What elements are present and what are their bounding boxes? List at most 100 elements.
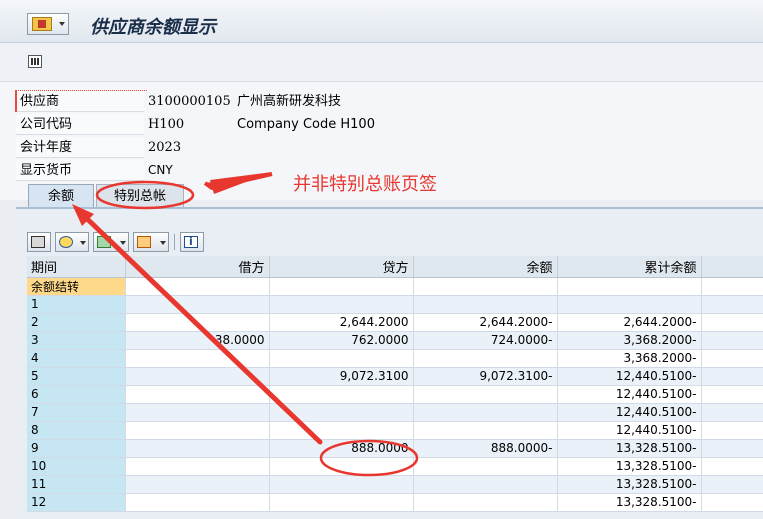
table-row[interactable]: 余额结转 xyxy=(27,277,763,296)
cell-balance[interactable] xyxy=(413,295,558,314)
cell-credit[interactable]: 762.0000 xyxy=(269,331,414,350)
cell-debit[interactable] xyxy=(125,367,270,386)
cell-credit[interactable] xyxy=(269,349,414,368)
cell-period[interactable]: 1 xyxy=(27,295,126,314)
field-row-company-code: 公司代码 H100 Company Code H100 xyxy=(0,114,763,136)
column-header-cumulative-balance[interactable]: 累计余额 xyxy=(557,256,702,278)
cell-balance[interactable]: 724.0000- xyxy=(413,331,558,350)
cell-period[interactable]: 3 xyxy=(27,331,126,350)
cell-period[interactable]: 8 xyxy=(27,421,126,440)
cell-cumulative[interactable]: 3,368.2000- xyxy=(557,331,702,350)
column-header-period[interactable]: 期间 xyxy=(27,256,126,278)
cell-balance[interactable]: 2,644.2000- xyxy=(413,313,558,332)
cell-credit[interactable] xyxy=(269,493,414,512)
cell-debit[interactable] xyxy=(125,439,270,458)
tab-special-gl[interactable]: 特别总帐 xyxy=(96,184,184,207)
table-row[interactable]: 1 xyxy=(27,295,763,314)
export-button[interactable] xyxy=(93,232,129,252)
column-header-balance[interactable]: 余额 xyxy=(413,256,558,278)
cell-cumulative[interactable]: 12,440.5100- xyxy=(557,385,702,404)
table-row[interactable]: 12 13,328.5100- xyxy=(27,493,763,512)
table-row[interactable]: 6 12,440.5100- xyxy=(27,385,763,404)
cell-credit[interactable] xyxy=(269,403,414,422)
cell-credit[interactable] xyxy=(269,295,414,314)
layout-button[interactable] xyxy=(133,232,169,252)
cell-cumulative[interactable]: 3,368.2000- xyxy=(557,349,702,368)
cell-period[interactable]: 2 xyxy=(27,313,126,332)
tab-balance[interactable]: 余额 xyxy=(28,184,94,207)
cell-cumulative[interactable]: 13,328.5100- xyxy=(557,493,702,512)
cell-balance[interactable] xyxy=(413,403,558,422)
cell-balance[interactable] xyxy=(413,493,558,512)
cell-balance[interactable] xyxy=(413,457,558,476)
cell-period[interactable]: 11 xyxy=(27,475,126,494)
cell-balance[interactable]: 9,072.3100- xyxy=(413,367,558,386)
table-row[interactable]: 4 3,368.2000- xyxy=(27,349,763,368)
table-row[interactable]: 2 2,644.2000 2,644.2000- 2,644.2000- xyxy=(27,313,763,332)
table-row[interactable]: 11 13,328.5100- xyxy=(27,475,763,494)
table-row[interactable]: 3 38.0000 762.0000 724.0000- 3,368.2000- xyxy=(27,331,763,350)
cell-period[interactable]: 5 xyxy=(27,367,126,386)
application-toolbar xyxy=(0,43,763,82)
table-row[interactable]: 7 12,440.5100- xyxy=(27,403,763,422)
cell-credit[interactable] xyxy=(269,277,414,296)
vendor-value[interactable]: 3100000105 xyxy=(148,91,231,112)
currency-value[interactable]: CNY xyxy=(148,160,173,181)
cell-period[interactable]: 7 xyxy=(27,403,126,422)
cell-period[interactable]: 6 xyxy=(27,385,126,404)
print-button[interactable] xyxy=(27,232,51,252)
info-button[interactable] xyxy=(180,232,204,252)
focus-marker xyxy=(15,90,147,112)
table-row[interactable]: 5 9,072.3100 9,072.3100- 12,440.5100- xyxy=(27,367,763,386)
columns-icon[interactable] xyxy=(28,55,42,68)
cell-period[interactable]: 4 xyxy=(27,349,126,368)
cell-empty xyxy=(701,385,763,404)
cell-debit[interactable] xyxy=(125,313,270,332)
cell-cumulative[interactable]: 13,328.5100- xyxy=(557,439,702,458)
table-row[interactable]: 9 888.0000 888.0000- 13,328.5100- xyxy=(27,439,763,458)
cell-debit[interactable] xyxy=(125,493,270,512)
cell-period[interactable]: 10 xyxy=(27,457,126,476)
table-row[interactable]: 8 12,440.5100- xyxy=(27,421,763,440)
cell-credit[interactable]: 2,644.2000 xyxy=(269,313,414,332)
cell-credit[interactable] xyxy=(269,457,414,476)
cell-debit[interactable]: 38.0000 xyxy=(125,331,270,350)
cell-cumulative[interactable]: 13,328.5100- xyxy=(557,475,702,494)
cell-debit[interactable] xyxy=(125,295,270,314)
cell-debit[interactable] xyxy=(125,385,270,404)
cell-balance[interactable] xyxy=(413,421,558,440)
cell-period[interactable]: 余额结转 xyxy=(27,277,126,296)
cell-credit[interactable] xyxy=(269,475,414,494)
cell-cumulative[interactable] xyxy=(557,277,702,296)
table-row[interactable]: 10 13,328.5100- xyxy=(27,457,763,476)
company-code-value[interactable]: H100 xyxy=(148,114,184,135)
cell-debit[interactable] xyxy=(125,475,270,494)
cell-debit[interactable] xyxy=(125,277,270,296)
cell-credit[interactable] xyxy=(269,385,414,404)
cell-cumulative[interactable]: 12,440.5100- xyxy=(557,403,702,422)
cell-balance[interactable]: 888.0000- xyxy=(413,439,558,458)
details-button[interactable] xyxy=(55,232,89,252)
cell-cumulative[interactable]: 12,440.5100- xyxy=(557,421,702,440)
cell-debit[interactable] xyxy=(125,457,270,476)
cell-credit[interactable]: 888.0000 xyxy=(269,439,414,458)
cell-debit[interactable] xyxy=(125,349,270,368)
fiscal-year-value[interactable]: 2023 xyxy=(148,137,181,158)
cell-cumulative[interactable]: 12,440.5100- xyxy=(557,367,702,386)
cell-debit[interactable] xyxy=(125,421,270,440)
cell-cumulative[interactable]: 13,328.5100- xyxy=(557,457,702,476)
cell-balance[interactable] xyxy=(413,277,558,296)
cell-balance[interactable] xyxy=(413,385,558,404)
cell-cumulative[interactable]: 2,644.2000- xyxy=(557,313,702,332)
cell-credit[interactable] xyxy=(269,421,414,440)
cell-balance[interactable] xyxy=(413,475,558,494)
cell-period[interactable]: 9 xyxy=(27,439,126,458)
cell-cumulative[interactable] xyxy=(557,295,702,314)
cell-credit[interactable]: 9,072.3100 xyxy=(269,367,414,386)
column-header-debit[interactable]: 借方 xyxy=(125,256,270,278)
cell-balance[interactable] xyxy=(413,349,558,368)
cell-debit[interactable] xyxy=(125,403,270,422)
column-header-credit[interactable]: 贷方 xyxy=(269,256,414,278)
cell-period[interactable]: 12 xyxy=(27,493,126,512)
system-menu-button[interactable] xyxy=(27,13,69,35)
